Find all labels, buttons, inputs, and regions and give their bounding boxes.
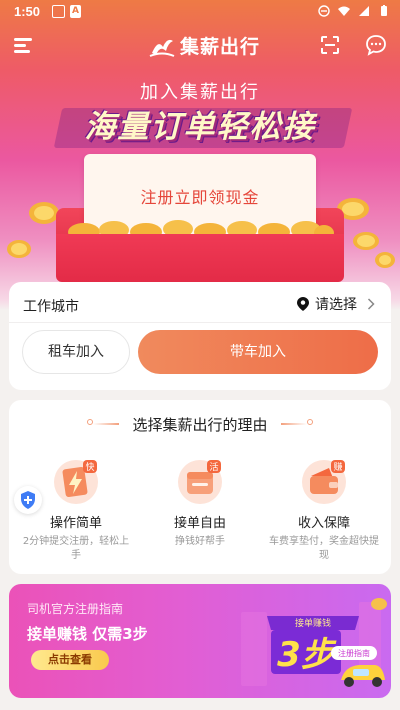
coin-icon (7, 240, 31, 258)
reason-desc: 挣钱好帮手 (175, 536, 225, 547)
guide-title: 接单赚钱 仅需3步 (27, 625, 148, 643)
reason-label: 收入保障 (297, 516, 350, 531)
city-label: 工作城市 (23, 299, 79, 315)
art-number-text: 3步 (277, 635, 339, 675)
app-bar: 集薪出行 (0, 28, 400, 64)
battery-icon (381, 5, 387, 16)
chevron-right-icon (367, 298, 375, 310)
banner-subtitle: 加入集薪出行 (140, 82, 260, 103)
bottom-strip (0, 702, 400, 710)
reason-badge: 快 (85, 461, 94, 473)
city-select[interactable]: 请选择 (297, 294, 375, 314)
reason-label: 操作简单 (49, 516, 102, 531)
reason-desc: 2分钟提交注册，轻松上手 (22, 536, 130, 561)
brand: 集薪出行 (148, 32, 260, 59)
cash-card-text: 注册立即领现金 (140, 188, 260, 207)
reasons-title: 选择集薪出行的理由 (132, 416, 268, 434)
notification-square-icon (52, 5, 65, 18)
bag-card-icon: 活 (175, 456, 225, 506)
location-pin-icon (297, 297, 309, 311)
wifi-icon (338, 6, 350, 16)
art-tag-text: 注册指南 (338, 648, 370, 658)
rent-car-join-button[interactable]: 租车加入 (22, 330, 130, 374)
reason-item-income: 赚 收入保障 车费享垫付，奖金超快提现 (269, 456, 379, 563)
coin-icon (375, 252, 395, 268)
guide-top-text: 司机官方注册指南 (27, 602, 124, 616)
city-select-text: 请选择 (315, 297, 357, 313)
message-icon[interactable] (365, 34, 387, 56)
reason-label: 接单自由 (173, 516, 226, 531)
title-decoration (281, 423, 307, 425)
brand-name: 集薪出行 (180, 36, 261, 58)
reason-badge: 活 (209, 461, 218, 473)
notification-a-icon: A (70, 5, 81, 18)
reason-item-free: 活 接单自由 挣钱好帮手 (145, 456, 255, 549)
status-time: 1:50 (14, 4, 41, 19)
divider (9, 322, 391, 323)
reason-desc: 车费享垫付，奖金超快提现 (269, 536, 379, 561)
view-guide-button[interactable]: 点击查看 (31, 650, 109, 670)
red-packet[interactable]: 注册立即领现金 (56, 148, 344, 282)
status-icons (318, 5, 390, 17)
own-car-join-button[interactable]: 带车加入 (138, 330, 378, 374)
dnd-icon (318, 5, 330, 17)
status-bar: 1:50 A (0, 0, 400, 24)
wallet-icon: 赚 (299, 456, 349, 506)
coin-icon (353, 232, 379, 250)
registration-guide-banner[interactable]: 司机官方注册指南 接单赚钱 仅需3步 点击查看 接单赚钱 3步 注册指南 (9, 584, 391, 698)
banner-title: 海量订单轻松接 (84, 109, 316, 145)
scan-icon[interactable] (320, 35, 340, 55)
three-steps-illustration: 接单赚钱 3步 注册指南 (241, 598, 387, 687)
shield-icon (21, 491, 35, 509)
lightning-card-icon: 快 (51, 456, 101, 506)
city-card: 工作城市 请选择 租车加入 带车加入 (9, 282, 391, 390)
art-ribbon-text: 接单赚钱 (295, 617, 331, 629)
red-packet-front (56, 234, 344, 282)
brand-logo-icon (149, 39, 175, 57)
menu-icon[interactable] (14, 38, 32, 53)
signal-icon (359, 6, 369, 16)
reasons-card: 选择集薪出行的理由 快 操作简单 2分钟提交注册，轻松上手 活 接单自由 挣钱好… (9, 400, 391, 574)
title-decoration (307, 419, 313, 425)
safety-shield-button[interactable] (14, 486, 42, 514)
reason-badge: 赚 (333, 461, 342, 473)
